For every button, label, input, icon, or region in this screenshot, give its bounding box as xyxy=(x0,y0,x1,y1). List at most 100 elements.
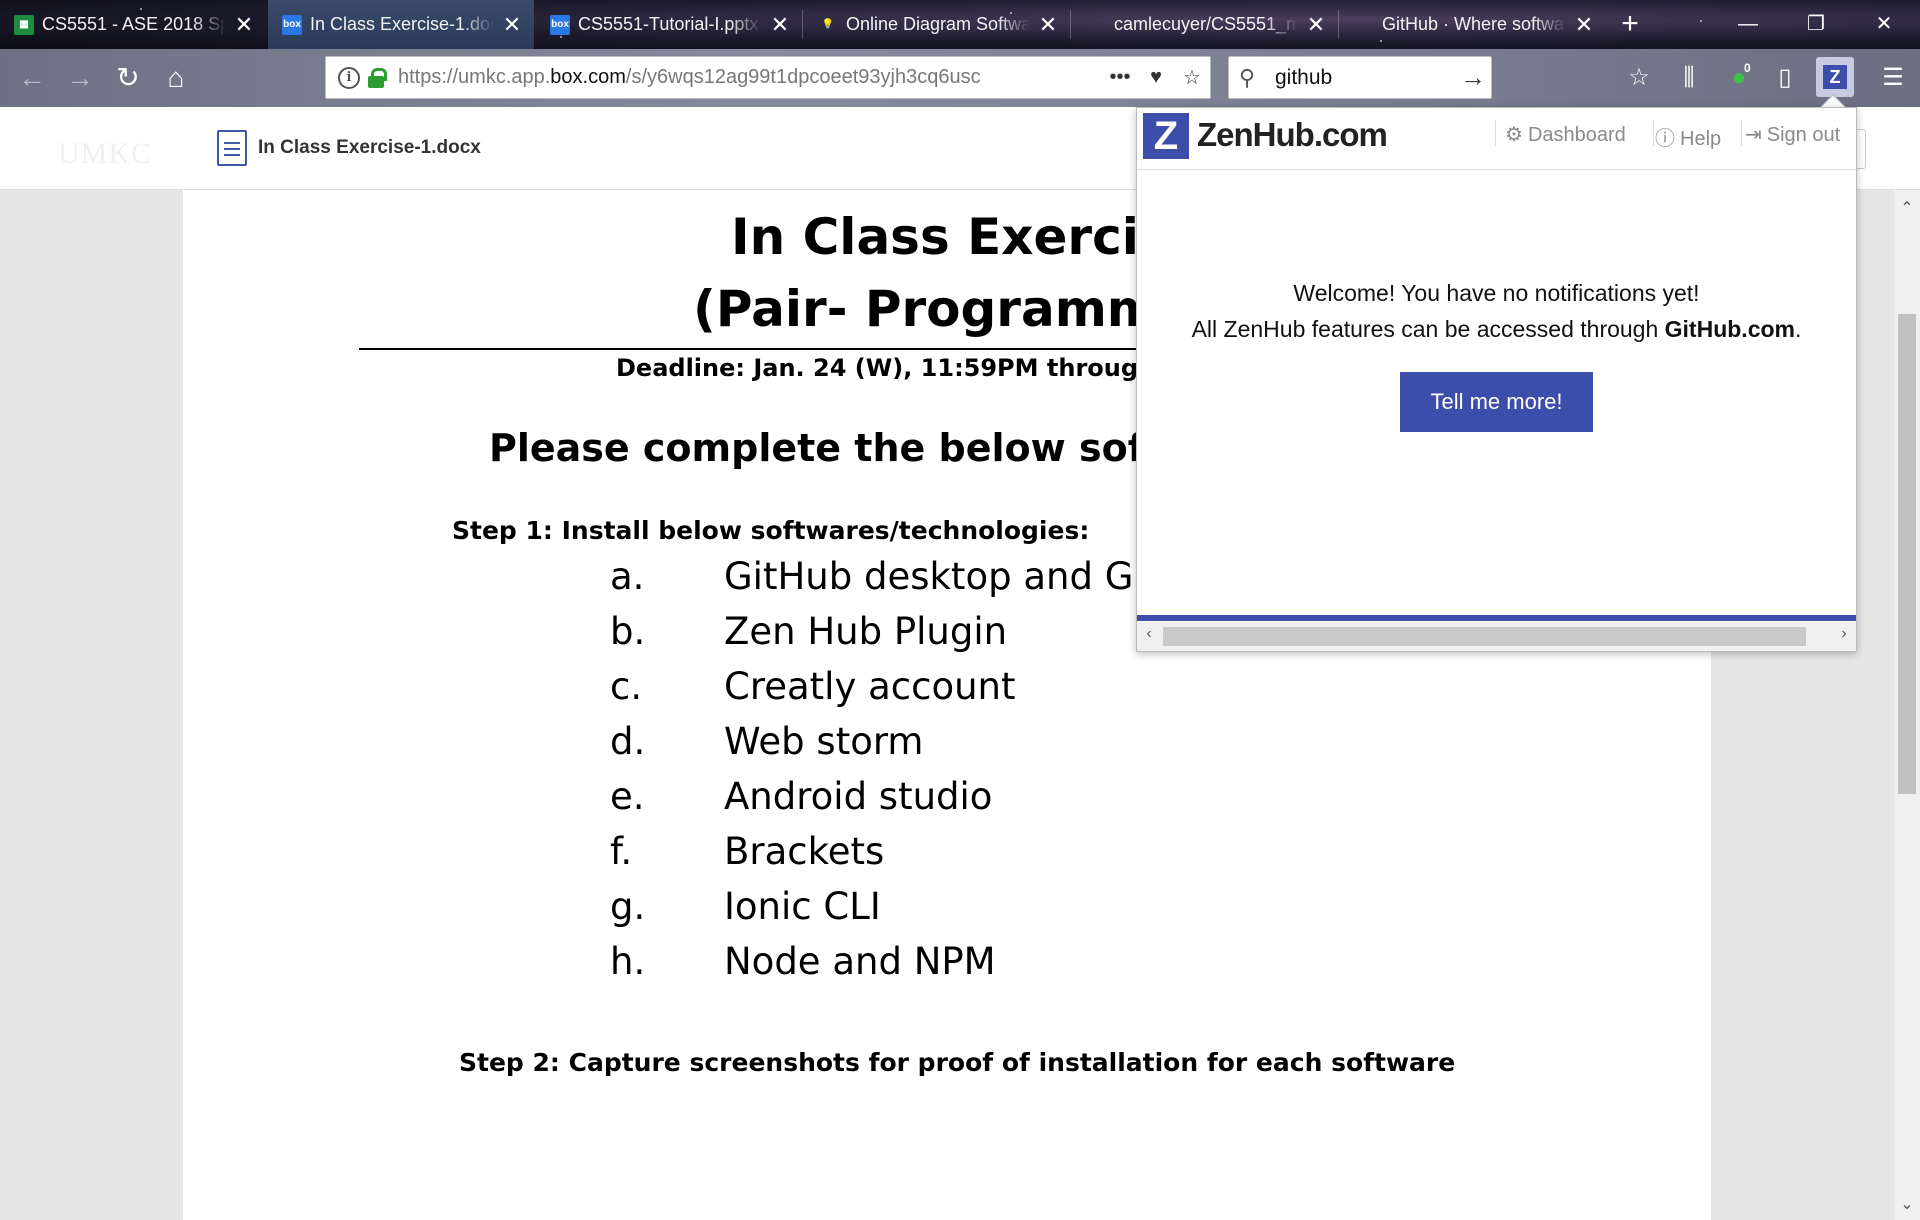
tab-strip: ▦ CS5551 - ASE 2018 Sp ✕ box In Class Ex… xyxy=(0,0,1920,49)
umkc-logo[interactable]: UMKC xyxy=(58,137,152,171)
list-item: Zen Hub Plugin xyxy=(724,610,1008,653)
minimize-button[interactable]: — xyxy=(1718,0,1778,49)
restore-button[interactable]: ❐ xyxy=(1786,0,1846,49)
tab-tutorial[interactable]: box CS5551-Tutorial-I.pptx ✕ xyxy=(536,0,802,49)
tab-separator xyxy=(1338,10,1339,39)
zenhub-logo[interactable]: Z xyxy=(1143,113,1189,159)
list-item-letter: b. xyxy=(610,610,646,653)
step2-heading: Step 2: Capture screenshots for proof of… xyxy=(459,1048,1456,1077)
features-message-end: . xyxy=(1795,316,1802,342)
list-item-letter: e. xyxy=(610,775,645,818)
close-icon[interactable]: ✕ xyxy=(1038,12,1058,38)
scroll-right-icon[interactable]: › xyxy=(1832,625,1856,643)
reload-button[interactable]: ↻ xyxy=(108,58,148,98)
scrollbar-thumb[interactable] xyxy=(1898,314,1916,794)
list-item-letter: d. xyxy=(610,720,646,763)
library-icon[interactable]: ⫼ xyxy=(1670,59,1708,97)
search-bar[interactable]: ⚲ github → xyxy=(1228,56,1492,99)
back-button[interactable]: ← xyxy=(12,58,52,98)
file-name: In Class Exercise-1.docx xyxy=(258,137,481,158)
tab-title: CS5551 - ASE 2018 Sp xyxy=(42,14,226,34)
list-item: Creatly account xyxy=(724,665,1016,708)
tell-me-more-button[interactable]: Tell me more! xyxy=(1400,372,1593,432)
tab-in-class-exercise[interactable]: box In Class Exercise-1.docx ✕ xyxy=(268,0,534,49)
lock-icon[interactable] xyxy=(368,67,387,88)
close-icon[interactable]: ✕ xyxy=(502,12,522,38)
forward-button[interactable]: → xyxy=(60,58,100,98)
github-icon xyxy=(1086,15,1106,35)
list-item-letter: f. xyxy=(610,830,633,873)
vertical-scrollbar[interactable]: ⌃ ⌄ xyxy=(1894,190,1920,1220)
close-icon[interactable]: ✕ xyxy=(1306,12,1326,38)
tab-title: In Class Exercise-1.docx xyxy=(310,14,494,34)
welcome-message: Welcome! You have no notifications yet! xyxy=(1293,280,1700,306)
sign-out-icon: ⇥ xyxy=(1745,124,1762,146)
sign-out-label: Sign out xyxy=(1766,124,1841,146)
nav-divider xyxy=(1741,120,1742,146)
sign-out-link[interactable]: ⇥ Sign out xyxy=(1745,122,1840,147)
tab-title: camlecuyer/CS5551_m xyxy=(1114,14,1298,34)
popup-horizontal-scrollbar[interactable]: ‹ › xyxy=(1137,622,1856,651)
pocket-icon[interactable]: ♥ xyxy=(1138,66,1174,89)
scroll-down-icon[interactable]: ⌄ xyxy=(1894,1194,1920,1214)
window-close-button[interactable]: ✕ xyxy=(1854,0,1914,49)
step1-heading: Step 1: Install below softwares/technolo… xyxy=(452,516,1090,545)
close-icon[interactable]: ✕ xyxy=(770,12,790,38)
list-item-letter: h. xyxy=(610,940,646,983)
new-tab-button[interactable]: + xyxy=(1612,4,1648,44)
tab-diagram-software[interactable]: 💡 Online Diagram Software ✕ xyxy=(804,0,1070,49)
bg-star xyxy=(1700,20,1702,22)
download-manager-icon[interactable]: ● 0 xyxy=(1720,59,1758,97)
address-bar[interactable]: i https://umkc.app.box.com/s/y6wqs12ag99… xyxy=(325,56,1211,99)
sheets-icon: ▦ xyxy=(14,14,34,35)
bookmark-star-icon[interactable]: ☆ xyxy=(1174,65,1210,90)
tab-github-home[interactable]: GitHub · Where software ✕ xyxy=(1340,0,1606,49)
close-icon[interactable]: ✕ xyxy=(1574,12,1594,38)
search-go-icon[interactable]: → xyxy=(1455,62,1491,93)
tab-title: Online Diagram Software xyxy=(846,14,1030,34)
nav-divider xyxy=(1653,120,1654,146)
zenhub-popup: Z ZenHub.com ⚙ Dashboard ⓘ Help ⇥ Sign out … xyxy=(1136,107,1857,652)
menu-icon[interactable]: ☰ xyxy=(1874,59,1912,97)
popup-accent-bar xyxy=(1137,615,1856,621)
list-item-letter: c. xyxy=(610,665,643,708)
scrollbar-thumb[interactable] xyxy=(1163,627,1806,646)
help-link[interactable]: ⓘ Help xyxy=(1655,122,1721,151)
document-heading: Please complete the below softwar xyxy=(489,426,1242,470)
sidebar-icon[interactable]: ▯ xyxy=(1766,59,1804,97)
tab-ase-spreadsheet[interactable]: ▦ CS5551 - ASE 2018 Sp ✕ xyxy=(0,0,266,49)
tab-separator xyxy=(1070,10,1071,39)
list-item: GitHub desktop and Gi xyxy=(724,555,1144,598)
dashboard-label: Dashboard xyxy=(1527,124,1626,146)
search-icon: ⚲ xyxy=(1239,64,1256,90)
search-input[interactable]: github xyxy=(1275,66,1455,90)
download-badge: 0 xyxy=(1744,61,1751,75)
scroll-up-icon[interactable]: ⌃ xyxy=(1894,198,1920,218)
home-button[interactable]: ⌂ xyxy=(156,58,196,98)
list-item: Ionic CLI xyxy=(724,885,881,928)
box-icon: box xyxy=(282,14,302,35)
list-item: Web storm xyxy=(724,720,924,763)
github-link[interactable]: GitHub.com xyxy=(1665,316,1795,342)
info-icon[interactable]: i xyxy=(338,66,360,89)
url-domain: box.com xyxy=(550,66,626,88)
zenhub-brand[interactable]: ZenHub.com xyxy=(1197,116,1388,154)
nav-divider xyxy=(1495,120,1496,146)
features-message: All ZenHub features can be accessed thro… xyxy=(1137,316,1856,343)
list-item-letter: a. xyxy=(610,555,645,598)
bookmarks-toolbar-icon[interactable]: ☆ xyxy=(1620,59,1658,97)
dashboard-link[interactable]: ⚙ Dashboard xyxy=(1505,122,1626,147)
document-icon xyxy=(217,130,247,166)
tab-title: GitHub · Where software xyxy=(1382,14,1566,34)
page-actions-icon[interactable]: ••• xyxy=(1102,66,1138,89)
zenhub-extension-button[interactable]: Z xyxy=(1816,57,1854,97)
tab-github-repo[interactable]: camlecuyer/CS5551_m ✕ xyxy=(1072,0,1338,49)
close-icon[interactable]: ✕ xyxy=(234,12,254,38)
url-text[interactable]: https://umkc.app.box.com/s/y6wqs12ag99t1… xyxy=(398,66,1102,89)
tab-separator xyxy=(802,10,803,39)
features-message-text: All ZenHub features can be accessed thro… xyxy=(1191,316,1665,342)
zenhub-icon: Z xyxy=(1823,65,1847,89)
github-icon xyxy=(1354,15,1374,35)
url-path: /s/y6wqs12ag99t1dpcoeet93yjh3cq6usc xyxy=(625,66,981,88)
scroll-left-icon[interactable]: ‹ xyxy=(1137,625,1161,643)
